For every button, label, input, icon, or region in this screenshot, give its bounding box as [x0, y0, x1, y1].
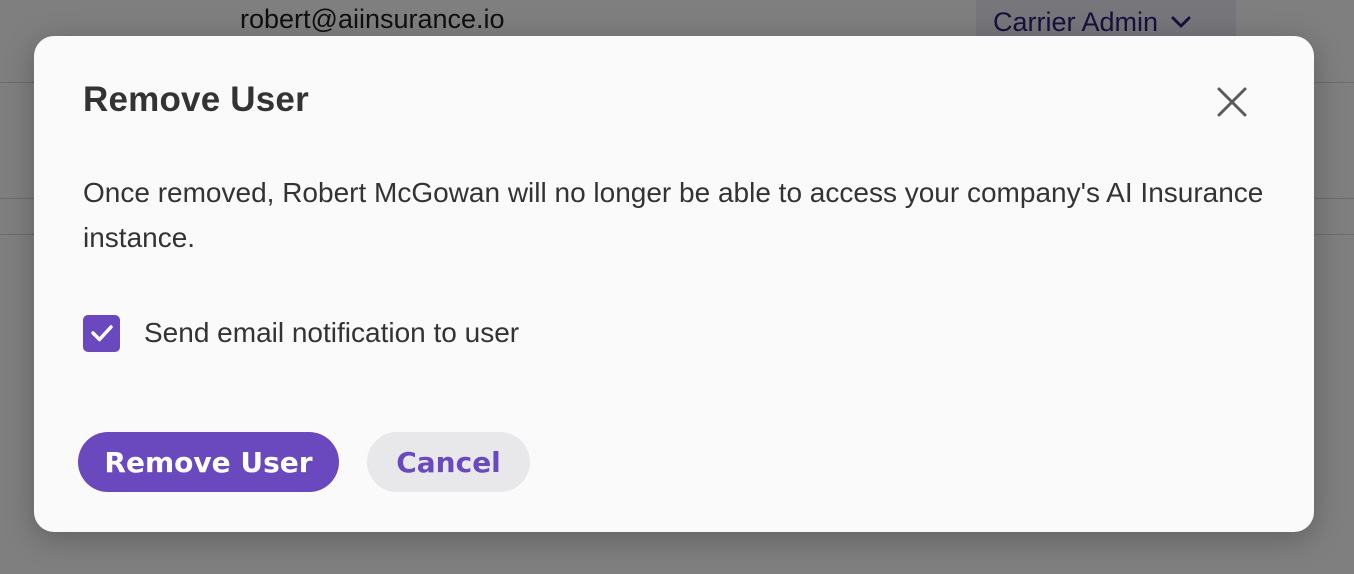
close-button[interactable]	[1210, 80, 1254, 124]
close-icon	[1217, 87, 1247, 117]
email-notification-option[interactable]: Send email notification to user	[83, 313, 519, 353]
dialog-title: Remove User	[83, 80, 309, 119]
email-notification-checkbox[interactable]	[83, 314, 120, 352]
remove-user-button[interactable]: Remove User	[78, 432, 339, 492]
email-notification-label[interactable]: Send email notification to user	[144, 317, 519, 349]
dialog-message: Once removed, Robert McGowan will no lon…	[83, 177, 1264, 253]
remove-user-dialog: Remove User Once removed, Robert McGowan…	[34, 36, 1314, 532]
cancel-button[interactable]: Cancel	[367, 432, 530, 492]
checkmark-icon	[90, 325, 113, 342]
